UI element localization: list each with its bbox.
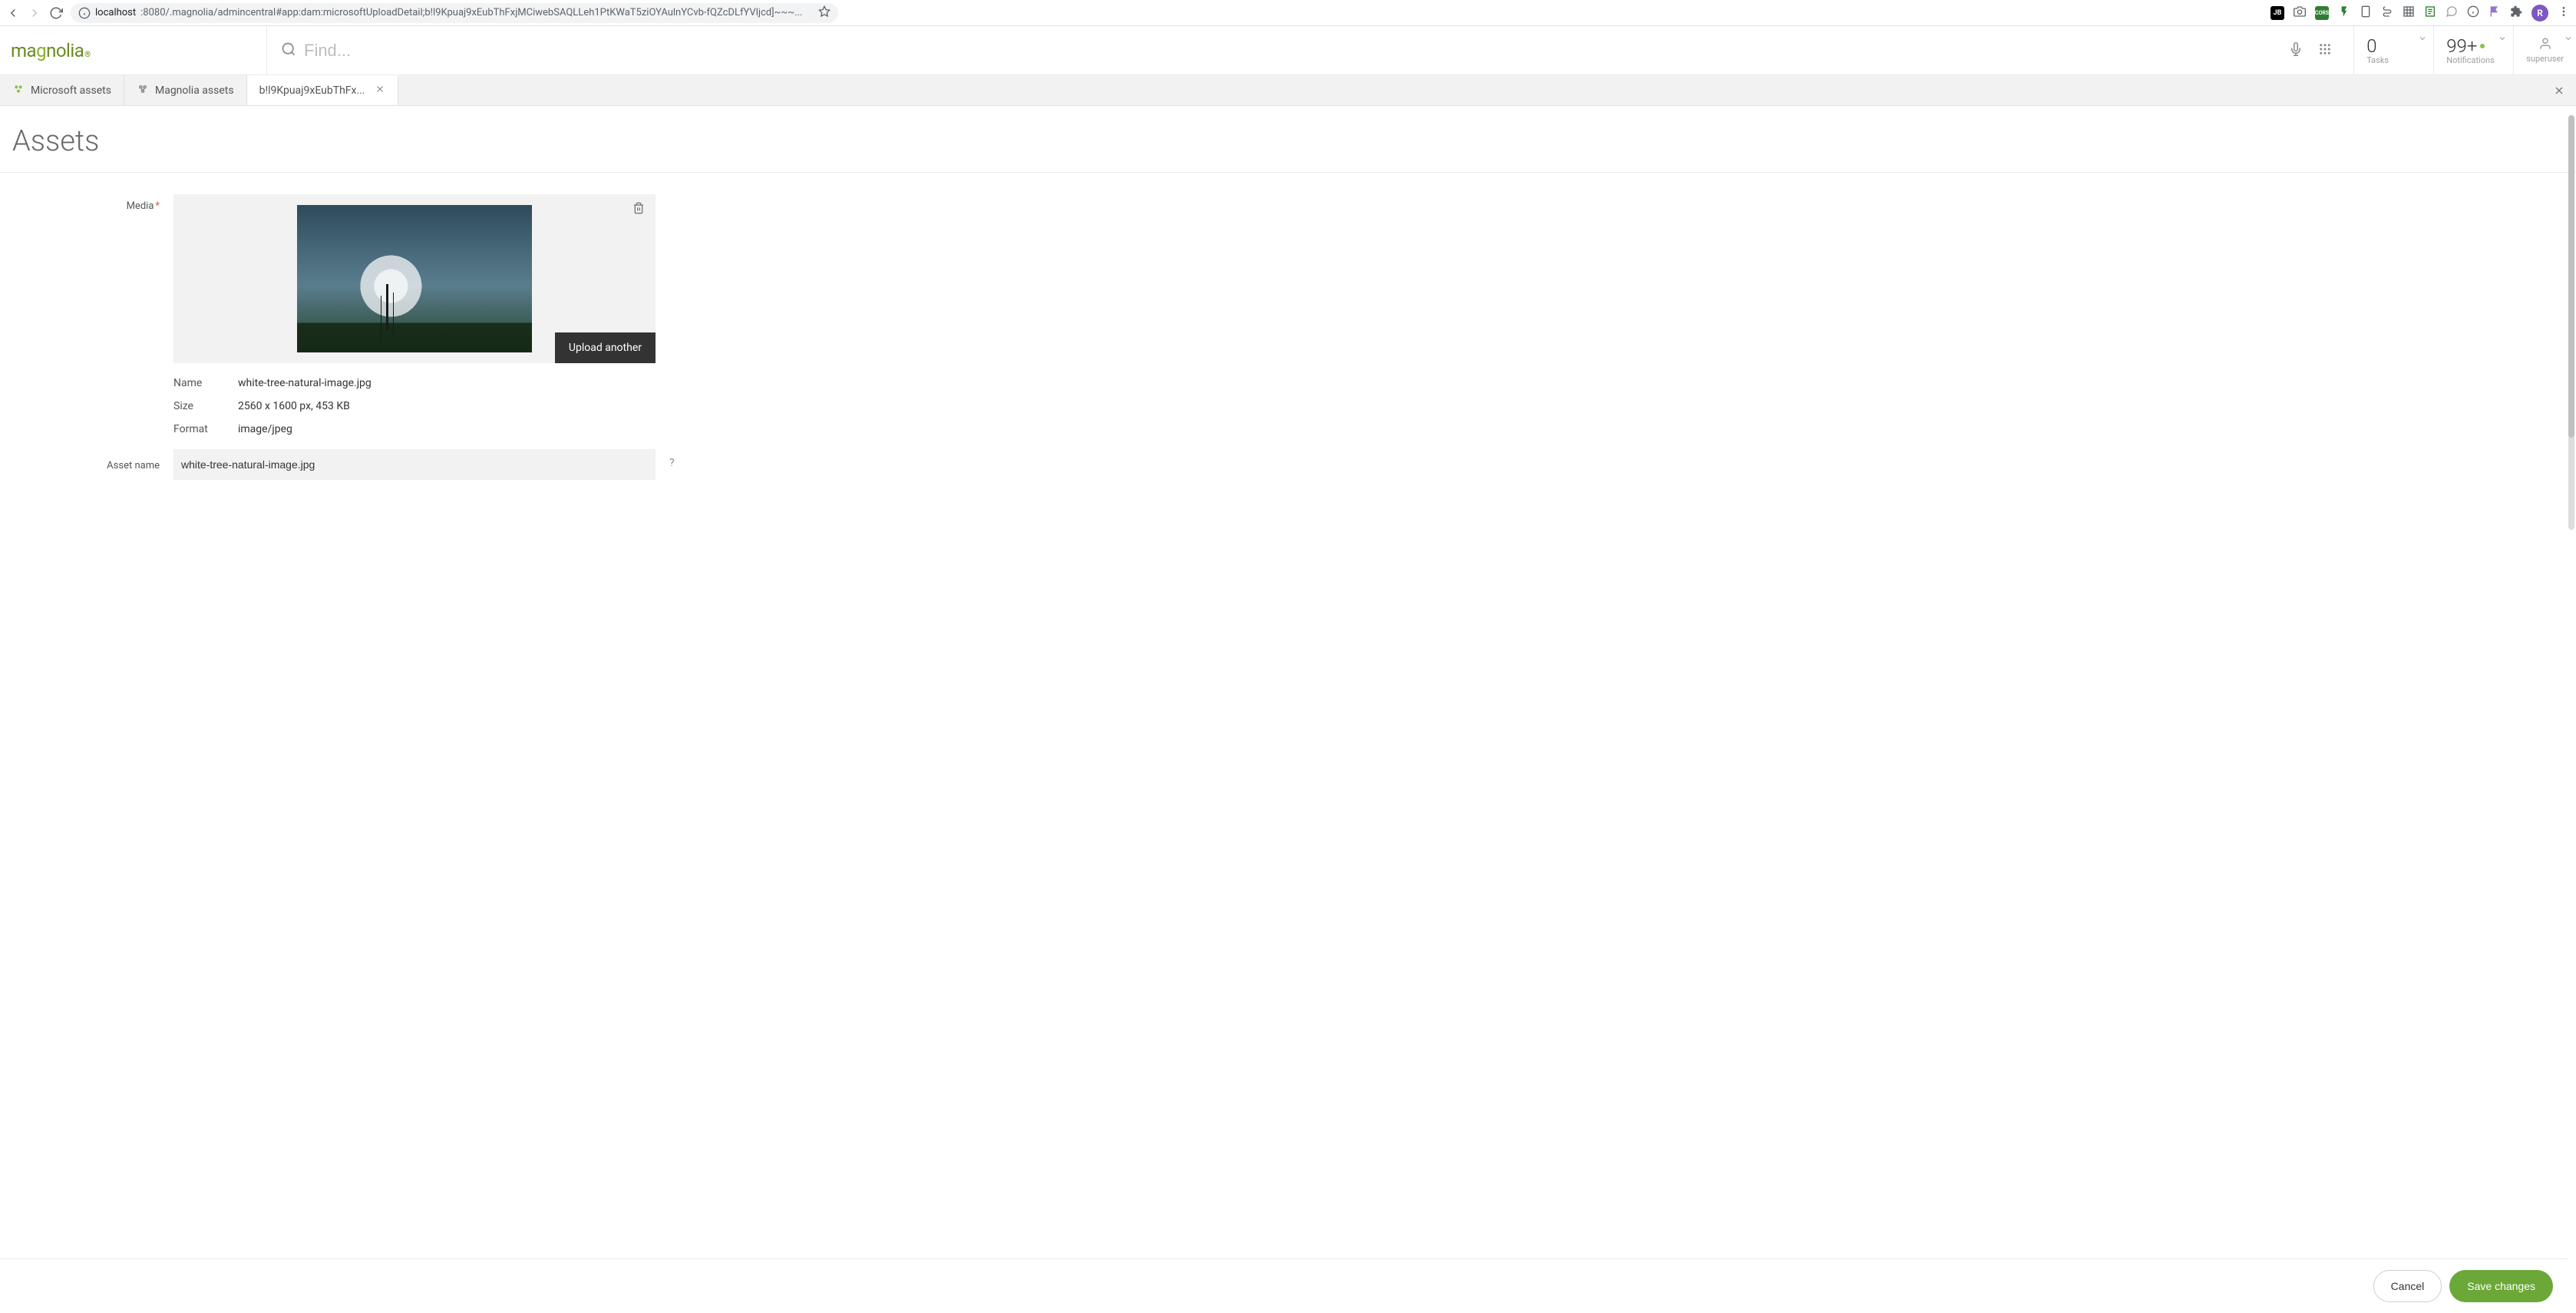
site-info-icon[interactable] — [78, 7, 91, 19]
extension-icon[interactable]: CORS — [2315, 6, 2329, 20]
chevron-down-icon — [2564, 34, 2573, 46]
url-host: localhost — [95, 7, 136, 18]
user-label: superuser — [2526, 54, 2564, 64]
divider — [0, 172, 2576, 173]
scrollbar-track[interactable] — [2568, 115, 2574, 530]
tab-label: Microsoft assets — [31, 84, 111, 97]
search-area — [267, 26, 2354, 74]
search-input[interactable] — [304, 41, 2274, 61]
extension-icon[interactable] — [2424, 5, 2436, 21]
assets-icon — [12, 83, 25, 98]
footer-actions: Cancel Save changes — [0, 1258, 2568, 1313]
page-title: Assets — [12, 124, 2564, 158]
forward-icon[interactable] — [28, 6, 41, 20]
media-metadata: Name white-tree-natural-image.jpg Size 2… — [173, 377, 656, 435]
media-label: Media* — [12, 194, 160, 363]
extension-icon[interactable] — [2381, 5, 2393, 21]
asset-name-label: Asset name — [12, 449, 160, 480]
tab-microsoft-assets[interactable]: Microsoft assets — [0, 75, 124, 105]
extension-icon[interactable]: JB — [2271, 6, 2284, 20]
tab-label: Magnolia assets — [155, 84, 234, 97]
magnolia-logo[interactable]: magnolia® — [11, 40, 91, 61]
upload-another-button[interactable]: Upload another — [555, 332, 656, 363]
tab-bar: Microsoft assets Magnolia assets b!l9Kpu… — [0, 75, 2576, 106]
required-indicator: * — [155, 200, 160, 212]
user-icon — [2538, 37, 2552, 54]
meta-size-label: Size — [173, 400, 220, 412]
trash-icon[interactable] — [632, 202, 645, 217]
extension-icon[interactable] — [2403, 5, 2415, 21]
notifications-count: 99+ — [2446, 35, 2477, 57]
camera-icon[interactable] — [2294, 5, 2306, 21]
page-content: Assets Media* Upload another Name w — [0, 106, 2576, 1313]
search-icon — [281, 41, 296, 60]
close-app-icon[interactable] — [2542, 75, 2576, 105]
tasks-count: 0 — [2366, 35, 2421, 57]
meta-name-label: Name — [173, 377, 220, 389]
tab-asset-detail[interactable]: b!l9Kpuaj9xEubThFx... — [247, 75, 398, 105]
address-bar[interactable]: localhost :8080/.magnolia/admincentral#ap… — [71, 3, 838, 23]
notifications-label: Notifications — [2446, 55, 2501, 65]
close-tab-icon[interactable] — [375, 84, 385, 98]
asset-name-input[interactable] — [173, 449, 656, 480]
meta-format-value: image/jpeg — [238, 423, 656, 435]
chevron-down-icon — [2498, 34, 2507, 46]
media-label-text: Media — [127, 200, 154, 212]
extension-icon[interactable] — [2488, 5, 2501, 21]
cancel-button[interactable]: Cancel — [2373, 1270, 2442, 1302]
extension-icon[interactable] — [2467, 5, 2479, 21]
tab-label: b!l9Kpuaj9xEubThFx... — [259, 84, 365, 97]
apps-grid-icon[interactable] — [2318, 42, 2340, 59]
help-icon[interactable]: ? — [669, 449, 700, 480]
media-upload-well: Upload another — [173, 194, 656, 363]
user-widget[interactable]: superuser — [2514, 26, 2576, 74]
extension-icons: JB CORS R — [2271, 5, 2570, 21]
kebab-menu-icon[interactable] — [2558, 5, 2570, 21]
app-header: magnolia® 0 Tasks 99+ Notifications supe… — [0, 26, 2576, 75]
extension-icon[interactable] — [2338, 5, 2350, 21]
logo-area: magnolia® — [0, 26, 267, 74]
bookmark-star-icon[interactable] — [818, 5, 831, 21]
profile-avatar[interactable]: R — [2531, 5, 2548, 21]
reload-icon[interactable] — [49, 6, 63, 20]
status-dot-icon — [2480, 44, 2485, 48]
browser-toolbar: localhost :8080/.magnolia/admincentral#ap… — [0, 0, 2576, 26]
tasks-widget[interactable]: 0 Tasks — [2354, 26, 2434, 74]
tasks-label: Tasks — [2366, 55, 2421, 65]
back-icon[interactable] — [6, 6, 20, 20]
meta-name-value: white-tree-natural-image.jpg — [238, 377, 656, 389]
meta-size-value: 2560 x 1600 px, 453 KB — [238, 400, 656, 412]
assets-icon — [137, 83, 149, 98]
extension-icon[interactable] — [2360, 5, 2372, 21]
media-thumbnail[interactable] — [297, 205, 532, 352]
tab-magnolia-assets[interactable]: Magnolia assets — [124, 75, 247, 105]
notifications-widget[interactable]: 99+ Notifications — [2434, 26, 2514, 74]
extensions-icon[interactable] — [2510, 5, 2522, 21]
meta-format-label: Format — [173, 423, 220, 435]
extension-icon[interactable] — [2446, 5, 2458, 21]
url-path: :8080/.magnolia/admincentral#app:dam:mic… — [140, 7, 802, 18]
chevron-down-icon — [2418, 34, 2427, 46]
scrollbar-thumb[interactable] — [2568, 115, 2574, 438]
microphone-icon[interactable] — [2281, 42, 2310, 59]
save-button[interactable]: Save changes — [2449, 1270, 2553, 1302]
